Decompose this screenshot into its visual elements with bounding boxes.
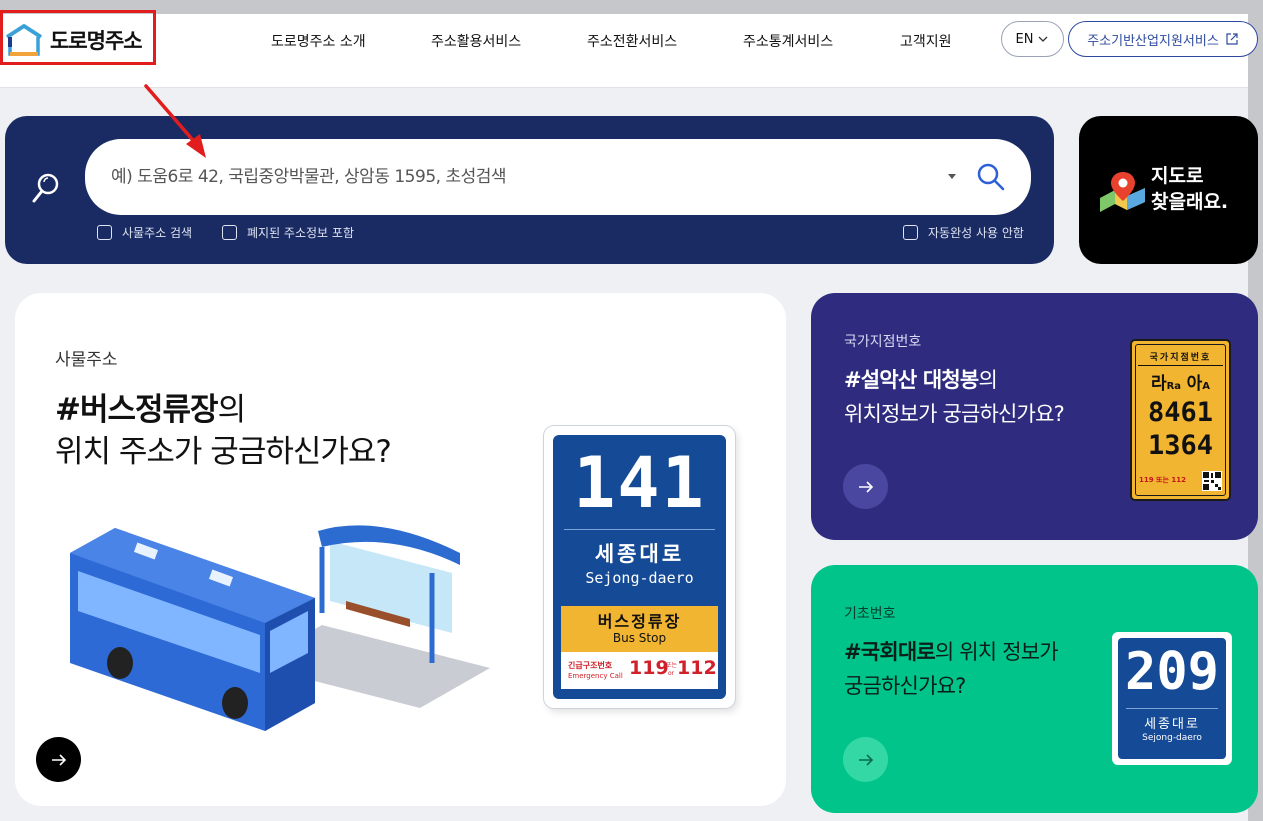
search-button-icon[interactable] [975, 161, 1007, 193]
card-title: #국회대로의 위치 정보가 궁금하신가요? [844, 635, 1059, 703]
sign-line3: 1364 [1147, 430, 1214, 461]
thing-address-label: 사물주소 검색 [122, 226, 193, 240]
abolished-address-checkbox[interactable]: 폐지된 주소정보 포함 [222, 224, 354, 241]
card-title: #버스정류장의 위치 주소가 궁금하신가요? [55, 389, 392, 473]
checkbox-box[interactable] [97, 225, 112, 240]
arrow-right-icon [858, 480, 873, 493]
highlight-box [0, 10, 156, 65]
nav-item-intro[interactable]: 도로명주소 소개 [271, 31, 366, 51]
sign-line1-c: 아 [1186, 374, 1203, 394]
sign-or-en: or [668, 670, 675, 677]
card-title-bold: #국회대로 [844, 640, 936, 664]
chevron-down-icon [1039, 36, 1048, 42]
autocomplete-off-checkbox[interactable]: 자동완성 사용 안함 [903, 224, 1024, 241]
industry-support-label: 주소기반산업지원서비스 [1087, 33, 1219, 49]
sign-road-en: Sejong-daero [585, 569, 694, 587]
card-category: 사물주소 [55, 350, 118, 370]
sign-line2: 8461 [1147, 397, 1214, 428]
sign-road-ko: 세종대로 [594, 542, 685, 566]
sign-line1-b: Ra [1166, 381, 1182, 392]
sign-nums: 119 또는 112 [1139, 476, 1186, 484]
search-box [85, 139, 1031, 215]
sign-emergency-en: Emergency Call [568, 672, 623, 680]
sign-line1-d: A [1202, 381, 1211, 392]
annotation-arrow-icon [144, 84, 206, 158]
abolished-address-label: 폐지된 주소정보 포함 [247, 226, 354, 240]
card-title-line2: 위치 주소가 궁금하신가요? [55, 434, 392, 470]
map-search-card[interactable]: 지도로 찾을래요. [1079, 116, 1258, 264]
card-title-rest: 의 위치 정보가 [934, 640, 1059, 664]
map-card-line2: 찾을래요. [1151, 191, 1229, 213]
card-title-bold: #버스정류장 [55, 392, 219, 428]
sign-stop-en: Bus Stop [612, 631, 667, 645]
sign-header: 국가지점번호 [1149, 353, 1212, 363]
sign-number: 209 [1125, 642, 1219, 702]
card-category: 기초번호 [844, 606, 896, 622]
bus-stop-sign: 141 세종대로 Sejong-daero 버스정류장 Bus Stop 긴급구… [544, 426, 735, 708]
thing-address-checkbox[interactable]: 사물주소 검색 [97, 224, 192, 241]
thing-address-arrow-button[interactable] [36, 737, 81, 782]
qr-code-icon [1202, 471, 1222, 491]
external-link-icon [1226, 33, 1238, 45]
nav-item-stats-service[interactable]: 주소통계서비스 [743, 31, 833, 51]
national-point-card[interactable]: 국가지점번호 #설악산 대청봉의 위치정보가 궁금하신가요? 국가지점번호 라R… [811, 293, 1258, 540]
national-point-arrow-button[interactable] [843, 464, 888, 509]
base-number-arrow-button[interactable] [843, 737, 888, 782]
sign-stop-ko: 버스정류장 [597, 612, 682, 631]
thing-address-card[interactable]: 사물주소 #버스정류장의 위치 주소가 궁금하신가요? 141 세종대로 Sej… [15, 293, 786, 806]
sign-line1-a: 라 [1150, 374, 1167, 394]
arrow-right-icon [51, 753, 66, 766]
card-category: 국가지점번호 [844, 334, 922, 350]
card-title-line2: 궁금하신가요? [844, 674, 966, 698]
sign-line1: 라Ra 아A [1132, 369, 1229, 394]
card-title: #설악산 대청봉의 위치정보가 궁금하신가요? [844, 363, 1065, 431]
sign-emergency-ko: 긴급구조번호 [568, 661, 613, 670]
sign-road-en: Sejong-daero [1142, 733, 1202, 743]
nav-item-convert-service[interactable]: 주소전환서비스 [587, 31, 677, 51]
card-title-rest: 의 [217, 392, 247, 428]
national-point-sign: 국가지점번호 라Ra 아A 8461 1364 119 또는 112 [1130, 339, 1231, 501]
map-card-text: 지도로 찾을래요. [1151, 163, 1228, 215]
checkbox-box[interactable] [222, 225, 237, 240]
nav-item-use-service[interactable]: 주소활용서비스 [431, 31, 521, 51]
address-search-input[interactable] [111, 163, 931, 191]
caret-down-icon[interactable] [947, 173, 957, 181]
autocomplete-off-label: 자동완성 사용 안함 [928, 226, 1024, 240]
card-title-line2: 위치정보가 궁금하신가요? [844, 402, 1065, 426]
sign-number: 141 [573, 442, 706, 524]
language-button[interactable]: EN [1001, 21, 1064, 57]
card-title-rest: 의 [978, 368, 997, 392]
map-card-line1: 지도로 [1151, 165, 1204, 187]
magnifier-icon [32, 173, 59, 203]
map-pin-icon [1100, 172, 1145, 212]
base-number-card[interactable]: 기초번호 #국회대로의 위치 정보가 궁금하신가요? 209 세종대로 Sejo… [811, 565, 1258, 813]
card-title-bold: #설악산 대청봉 [844, 368, 979, 392]
sign-or-ko: 또는 [666, 662, 678, 669]
sign-road-ko: 세종대로 [1144, 717, 1200, 732]
site-header [0, 14, 1248, 88]
nav-item-support[interactable]: 고객지원 [900, 31, 952, 51]
arrow-right-icon [858, 753, 873, 766]
industry-support-link[interactable]: 주소기반산업지원서비스 [1068, 21, 1258, 57]
language-label: EN [1015, 31, 1034, 47]
base-number-sign: 209 세종대로 Sejong-daero [1112, 632, 1232, 765]
checkbox-box[interactable] [903, 225, 918, 240]
sign-num2: 112 [677, 657, 717, 679]
bus-stop-illustration [70, 525, 490, 731]
sign-num1: 119 [629, 657, 669, 679]
